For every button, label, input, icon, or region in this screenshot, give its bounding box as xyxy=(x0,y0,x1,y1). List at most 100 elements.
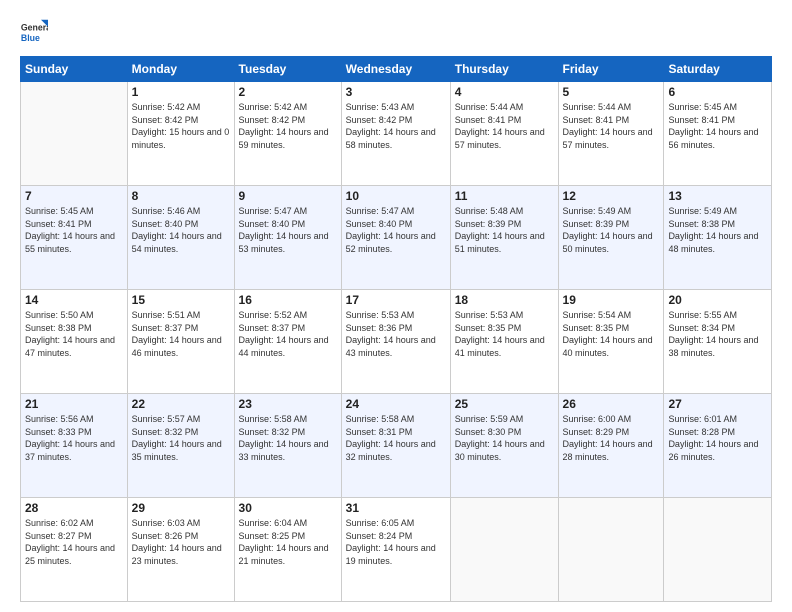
calendar-cell: 1 Sunrise: 5:42 AMSunset: 8:42 PMDaylight… xyxy=(127,82,234,186)
day-info: Sunrise: 5:47 AMSunset: 8:40 PMDaylight:… xyxy=(346,205,446,255)
calendar-cell: 2 Sunrise: 5:42 AMSunset: 8:42 PMDaylight… xyxy=(234,82,341,186)
day-info: Sunrise: 5:47 AMSunset: 8:40 PMDaylight:… xyxy=(239,205,337,255)
day-info: Sunrise: 5:51 AMSunset: 8:37 PMDaylight:… xyxy=(132,309,230,359)
day-number: 19 xyxy=(563,293,660,307)
day-info: Sunrise: 5:50 AMSunset: 8:38 PMDaylight:… xyxy=(25,309,123,359)
day-info: Sunrise: 6:03 AMSunset: 8:26 PMDaylight:… xyxy=(132,517,230,567)
week-row-4: 21Sunrise: 5:56 AMSunset: 8:33 PMDayligh… xyxy=(21,394,772,498)
day-info: Sunrise: 5:45 AMSunset: 8:41 PMDaylight:… xyxy=(25,205,123,255)
day-info: Sunrise: 5:45 AMSunset: 8:41 PMDaylight:… xyxy=(668,101,767,151)
day-info: Sunrise: 5:56 AMSunset: 8:33 PMDaylight:… xyxy=(25,413,123,463)
day-info: Sunrise: 5:53 AMSunset: 8:36 PMDaylight:… xyxy=(346,309,446,359)
day-number: 3 xyxy=(346,85,446,99)
day-number: 18 xyxy=(455,293,554,307)
day-info: Sunrise: 5:53 AMSunset: 8:35 PMDaylight:… xyxy=(455,309,554,359)
weekday-header-saturday: Saturday xyxy=(664,57,772,82)
week-row-5: 28 Sunrise: 6:02 AMSunset: 8:27 PMDayligh… xyxy=(21,498,772,602)
logo: General Blue xyxy=(20,18,52,46)
calendar-cell: 17Sunrise: 5:53 AMSunset: 8:36 PMDayligh… xyxy=(341,290,450,394)
day-info: Sunrise: 5:55 AMSunset: 8:34 PMDaylight:… xyxy=(668,309,767,359)
day-number: 29 xyxy=(132,501,230,515)
calendar-cell: 20 Sunrise: 5:55 AMSunset: 8:34 PMDayligh… xyxy=(664,290,772,394)
day-info: Sunrise: 5:54 AMSunset: 8:35 PMDaylight:… xyxy=(563,309,660,359)
day-info: Sunrise: 5:59 AMSunset: 8:30 PMDaylight:… xyxy=(455,413,554,463)
day-number: 6 xyxy=(668,85,767,99)
weekday-header-thursday: Thursday xyxy=(450,57,558,82)
week-row-3: 14 Sunrise: 5:50 AMSunset: 8:38 PMDayligh… xyxy=(21,290,772,394)
day-number: 24 xyxy=(346,397,446,411)
day-info: Sunrise: 5:49 AMSunset: 8:39 PMDaylight:… xyxy=(563,205,660,255)
day-number: 13 xyxy=(668,189,767,203)
day-info: Sunrise: 5:58 AMSunset: 8:31 PMDaylight:… xyxy=(346,413,446,463)
day-number: 9 xyxy=(239,189,337,203)
calendar-cell: 3 Sunrise: 5:43 AMSunset: 8:42 PMDaylight… xyxy=(341,82,450,186)
day-info: Sunrise: 5:49 AMSunset: 8:38 PMDaylight:… xyxy=(668,205,767,255)
calendar-cell: 19 Sunrise: 5:54 AMSunset: 8:35 PMDayligh… xyxy=(558,290,664,394)
day-number: 11 xyxy=(455,189,554,203)
calendar-cell: 24 Sunrise: 5:58 AMSunset: 8:31 PMDayligh… xyxy=(341,394,450,498)
calendar-cell: 11 Sunrise: 5:48 AMSunset: 8:39 PMDayligh… xyxy=(450,186,558,290)
day-number: 31 xyxy=(346,501,446,515)
day-info: Sunrise: 5:43 AMSunset: 8:42 PMDaylight:… xyxy=(346,101,446,151)
calendar-cell: 29 Sunrise: 6:03 AMSunset: 8:26 PMDayligh… xyxy=(127,498,234,602)
logo-icon: General Blue xyxy=(20,18,48,46)
week-row-2: 7 Sunrise: 5:45 AMSunset: 8:41 PMDaylight… xyxy=(21,186,772,290)
calendar-cell: 16 Sunrise: 5:52 AMSunset: 8:37 PMDayligh… xyxy=(234,290,341,394)
calendar-cell: 15 Sunrise: 5:51 AMSunset: 8:37 PMDayligh… xyxy=(127,290,234,394)
day-number: 15 xyxy=(132,293,230,307)
day-number: 4 xyxy=(455,85,554,99)
day-info: Sunrise: 5:48 AMSunset: 8:39 PMDaylight:… xyxy=(455,205,554,255)
day-number: 12 xyxy=(563,189,660,203)
day-number: 27 xyxy=(668,397,767,411)
calendar-cell: 4Sunrise: 5:44 AMSunset: 8:41 PMDaylight… xyxy=(450,82,558,186)
calendar-cell xyxy=(450,498,558,602)
day-number: 14 xyxy=(25,293,123,307)
week-row-1: 1 Sunrise: 5:42 AMSunset: 8:42 PMDaylight… xyxy=(21,82,772,186)
day-info: Sunrise: 6:01 AMSunset: 8:28 PMDaylight:… xyxy=(668,413,767,463)
day-info: Sunrise: 5:46 AMSunset: 8:40 PMDaylight:… xyxy=(132,205,230,255)
calendar-cell: 28 Sunrise: 6:02 AMSunset: 8:27 PMDayligh… xyxy=(21,498,128,602)
calendar-cell: 13 Sunrise: 5:49 AMSunset: 8:38 PMDayligh… xyxy=(664,186,772,290)
calendar-cell: 5Sunrise: 5:44 AMSunset: 8:41 PMDaylight… xyxy=(558,82,664,186)
day-number: 1 xyxy=(132,85,230,99)
day-number: 20 xyxy=(668,293,767,307)
calendar-cell: 10Sunrise: 5:47 AMSunset: 8:40 PMDayligh… xyxy=(341,186,450,290)
calendar-cell: 9 Sunrise: 5:47 AMSunset: 8:40 PMDaylight… xyxy=(234,186,341,290)
day-info: Sunrise: 5:52 AMSunset: 8:37 PMDaylight:… xyxy=(239,309,337,359)
calendar-cell xyxy=(21,82,128,186)
weekday-header-wednesday: Wednesday xyxy=(341,57,450,82)
calendar-cell: 27 Sunrise: 6:01 AMSunset: 8:28 PMDayligh… xyxy=(664,394,772,498)
day-number: 28 xyxy=(25,501,123,515)
day-info: Sunrise: 5:42 AMSunset: 8:42 PMDaylight:… xyxy=(239,101,337,151)
day-number: 7 xyxy=(25,189,123,203)
day-info: Sunrise: 6:05 AMSunset: 8:24 PMDaylight:… xyxy=(346,517,446,567)
calendar-cell xyxy=(558,498,664,602)
day-number: 5 xyxy=(563,85,660,99)
day-number: 16 xyxy=(239,293,337,307)
calendar-cell: 21Sunrise: 5:56 AMSunset: 8:33 PMDayligh… xyxy=(21,394,128,498)
day-number: 30 xyxy=(239,501,337,515)
calendar-cell: 18 Sunrise: 5:53 AMSunset: 8:35 PMDayligh… xyxy=(450,290,558,394)
calendar-cell: 14 Sunrise: 5:50 AMSunset: 8:38 PMDayligh… xyxy=(21,290,128,394)
svg-text:Blue: Blue xyxy=(21,33,40,43)
calendar-cell: 7 Sunrise: 5:45 AMSunset: 8:41 PMDaylight… xyxy=(21,186,128,290)
weekday-header-monday: Monday xyxy=(127,57,234,82)
header: General Blue xyxy=(20,18,772,46)
calendar-cell xyxy=(664,498,772,602)
calendar-cell: 23 Sunrise: 5:58 AMSunset: 8:32 PMDayligh… xyxy=(234,394,341,498)
weekday-header-row: SundayMondayTuesdayWednesdayThursdayFrid… xyxy=(21,57,772,82)
calendar-cell: 6 Sunrise: 5:45 AMSunset: 8:41 PMDaylight… xyxy=(664,82,772,186)
page: General Blue SundayMondayTuesdayWednesda… xyxy=(0,0,792,612)
day-info: Sunrise: 6:02 AMSunset: 8:27 PMDaylight:… xyxy=(25,517,123,567)
calendar-cell: 8 Sunrise: 5:46 AMSunset: 8:40 PMDaylight… xyxy=(127,186,234,290)
day-number: 2 xyxy=(239,85,337,99)
day-info: Sunrise: 5:42 AMSunset: 8:42 PMDaylight:… xyxy=(132,101,230,151)
calendar-cell: 30 Sunrise: 6:04 AMSunset: 8:25 PMDayligh… xyxy=(234,498,341,602)
day-info: Sunrise: 6:04 AMSunset: 8:25 PMDaylight:… xyxy=(239,517,337,567)
day-number: 23 xyxy=(239,397,337,411)
svg-text:General: General xyxy=(21,22,48,32)
weekday-header-friday: Friday xyxy=(558,57,664,82)
day-number: 8 xyxy=(132,189,230,203)
day-info: Sunrise: 5:58 AMSunset: 8:32 PMDaylight:… xyxy=(239,413,337,463)
calendar-cell: 26Sunrise: 6:00 AMSunset: 8:29 PMDayligh… xyxy=(558,394,664,498)
